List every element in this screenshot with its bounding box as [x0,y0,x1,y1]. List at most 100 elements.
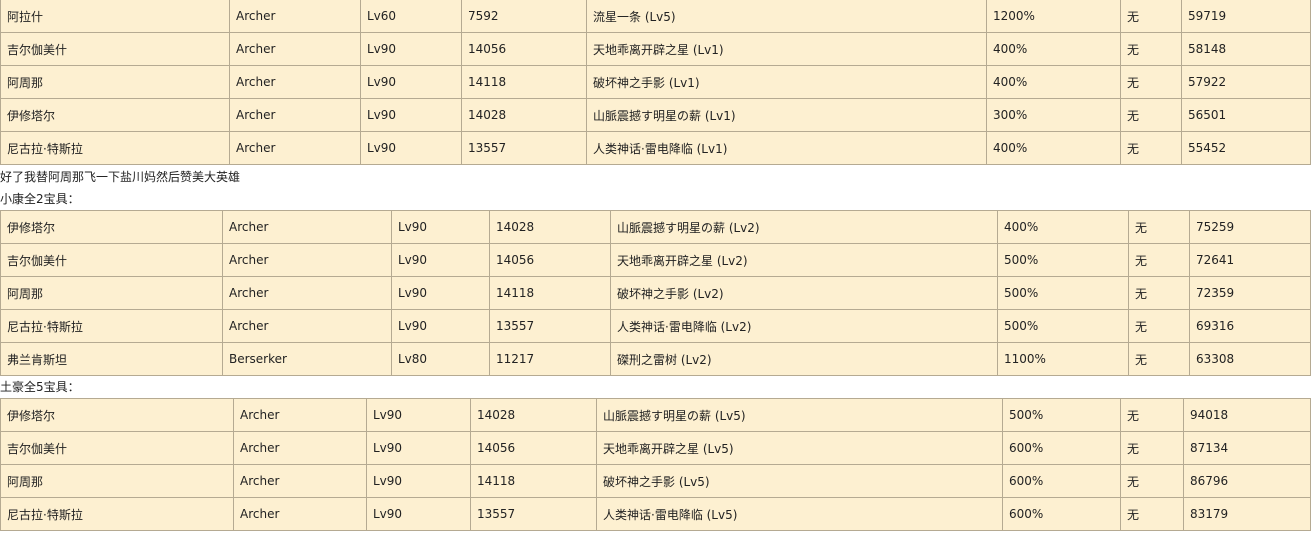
damage-cell: 58148 [1181,32,1311,66]
table-row: 阿周那 Archer Lv90 14118 破坏神之手影 (Lv5) 600% 无 86796 [0,464,1311,498]
bonus-cell: 无 [1120,65,1182,99]
table-row: 阿周那 Archer Lv90 14118 破坏神之手影 (Lv2) 500% 无 72359 [0,276,1311,310]
servant-name-cell: 吉尔伽美什 [0,32,230,66]
servant-damage-table-1: 阿拉什 Archer Lv60 7592 流星一条 (Lv5) 1200% 无 59719 吉尔… [0,0,1311,165]
level-cell: Lv90 [391,210,490,244]
level-cell: Lv90 [360,98,462,132]
np-multiplier-cell: 400% [997,210,1129,244]
np-multiplier-cell: 1100% [997,342,1129,376]
atk-cell: 14028 [461,98,587,132]
np-multiplier-cell: 600% [1002,431,1121,465]
table-row: 吉尔伽美什 Archer Lv90 14056 天地乖离开辟之星 (Lv1) 400% 无 5… [0,32,1311,66]
atk-cell: 14056 [461,32,587,66]
atk-cell: 11217 [489,342,611,376]
noble-phantasm-cell: 天地乖离开辟之星 (Lv2) [610,243,998,277]
table-row: 吉尔伽美什 Archer Lv90 14056 天地乖离开辟之星 (Lv5) 600% 无 8… [0,431,1311,465]
class-cell: Archer [229,65,361,99]
table-row: 阿拉什 Archer Lv60 7592 流星一条 (Lv5) 1200% 无 59719 [0,0,1311,33]
bonus-cell: 无 [1128,276,1190,310]
level-cell: Lv90 [366,464,471,498]
comment-text: 好了我替阿周那飞一下盐川妈然后赞美大英雄 [0,170,241,184]
class-cell: Archer [233,398,367,432]
servant-name-cell: 伊修塔尔 [0,98,230,132]
bonus-cell: 无 [1128,210,1190,244]
damage-cell: 72641 [1189,243,1311,277]
atk-cell: 14056 [470,431,597,465]
table-row: 尼古拉·特斯拉 Archer Lv90 13557 人类神话·雷电降临 (Lv2) 500… [0,309,1311,343]
np-multiplier-cell: 500% [997,276,1129,310]
damage-cell: 57922 [1181,65,1311,99]
class-cell: Archer [229,98,361,132]
bonus-cell: 无 [1120,497,1184,531]
class-cell: Archer [222,276,392,310]
bonus-cell: 无 [1128,309,1190,343]
atk-cell: 14056 [489,243,611,277]
noble-phantasm-cell: 磔刑之雷树 (Lv2) [610,342,998,376]
class-cell: Archer [229,131,361,165]
bonus-cell: 无 [1120,0,1182,33]
level-cell: Lv90 [366,398,471,432]
atk-cell: 14028 [489,210,611,244]
damage-cell: 87134 [1183,431,1311,465]
class-cell: Archer [233,497,367,531]
np-multiplier-cell: 600% [1002,464,1121,498]
atk-cell: 14118 [470,464,597,498]
servant-name-cell: 伊修塔尔 [0,398,234,432]
noble-phantasm-cell: 天地乖离开辟之星 (Lv5) [596,431,1003,465]
damage-cell: 56501 [1181,98,1311,132]
atk-cell: 13557 [489,309,611,343]
servant-name-cell: 阿周那 [0,65,230,99]
servant-name-cell: 吉尔伽美什 [0,431,234,465]
level-cell: Lv90 [360,32,462,66]
class-cell: Archer [233,464,367,498]
np-multiplier-cell: 600% [1002,497,1121,531]
noble-phantasm-cell: 破坏神之手影 (Lv5) [596,464,1003,498]
damage-cell: 55452 [1181,131,1311,165]
np-multiplier-cell: 400% [986,32,1121,66]
bonus-cell: 无 [1120,32,1182,66]
bonus-cell: 无 [1120,398,1184,432]
noble-phantasm-cell: 破坏神之手影 (Lv1) [586,65,987,99]
table-row: 吉尔伽美什 Archer Lv90 14056 天地乖离开辟之星 (Lv2) 500% 无 7… [0,243,1311,277]
class-cell: Archer [222,210,392,244]
damage-cell: 75259 [1189,210,1311,244]
level-cell: Lv90 [366,431,471,465]
servant-name-cell: 伊修塔尔 [0,210,223,244]
level-cell: Lv90 [360,65,462,99]
level-cell: Lv80 [391,342,490,376]
atk-cell: 14118 [489,276,611,310]
servant-damage-table-np5: 伊修塔尔 Archer Lv90 14028 山脈震撼す明星の薪 (Lv5) 500% 无 9… [0,398,1311,531]
damage-cell: 59719 [1181,0,1311,33]
atk-cell: 7592 [461,0,587,33]
damage-cell: 63308 [1189,342,1311,376]
noble-phantasm-cell: 山脈震撼す明星の薪 (Lv2) [610,210,998,244]
np-multiplier-cell: 400% [986,65,1121,99]
damage-cell: 69316 [1189,309,1311,343]
bonus-cell: 无 [1120,131,1182,165]
noble-phantasm-cell: 人类神话·雷电降临 (Lv1) [586,131,987,165]
class-cell: Archer [222,309,392,343]
servant-name-cell: 阿周那 [0,464,234,498]
table-row: 伊修塔尔 Archer Lv90 14028 山脈震撼す明星の薪 (Lv2) 400% 无 7… [0,210,1311,244]
class-cell: Archer [233,431,367,465]
servant-name-cell: 阿周那 [0,276,223,310]
bonus-cell: 无 [1128,342,1190,376]
level-cell: Lv60 [360,0,462,33]
noble-phantasm-cell: 人类神话·雷电降临 (Lv2) [610,309,998,343]
bonus-cell: 无 [1120,431,1184,465]
np-multiplier-cell: 400% [986,131,1121,165]
servant-name-cell: 阿拉什 [0,0,230,33]
servant-name-cell: 弗兰肯斯坦 [0,342,223,376]
table-row: 尼古拉·特斯拉 Archer Lv90 13557 人类神话·雷电降临 (Lv5) 600… [0,497,1311,531]
np-multiplier-cell: 1200% [986,0,1121,33]
atk-cell: 14118 [461,65,587,99]
level-cell: Lv90 [360,131,462,165]
level-cell: Lv90 [391,243,490,277]
np-multiplier-cell: 500% [997,309,1129,343]
section-label-np5: 土豪全5宝具： [0,380,80,394]
damage-cell: 83179 [1183,497,1311,531]
level-cell: Lv90 [391,309,490,343]
section-label-np2: 小康全2宝具： [0,192,80,206]
bonus-cell: 无 [1120,464,1184,498]
np-multiplier-cell: 500% [1002,398,1121,432]
